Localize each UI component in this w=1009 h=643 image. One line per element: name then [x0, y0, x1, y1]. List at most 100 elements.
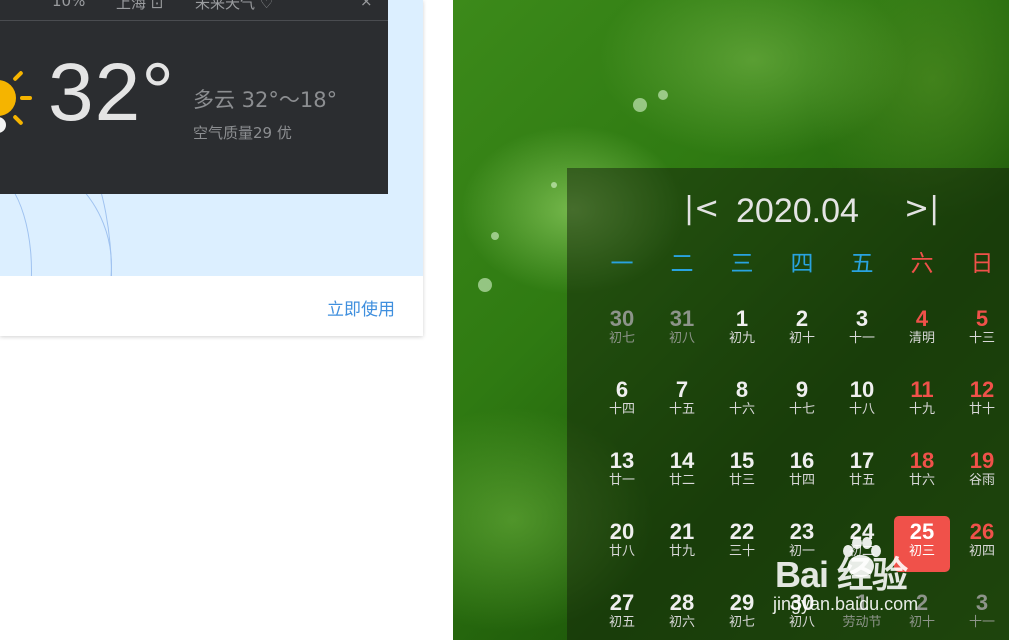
city-selector[interactable]: 上海 ⊡ — [116, 0, 163, 13]
sun-ray — [12, 70, 24, 82]
lunar-date: 初七 — [728, 615, 755, 630]
calendar-day[interactable]: 14 廿二 — [654, 445, 710, 501]
calendar-day[interactable]: 22 三十 — [714, 516, 770, 572]
lunar-date: 初九 — [728, 331, 755, 346]
calendar-day[interactable]: 26 初四 — [954, 516, 1009, 572]
day-number: 1 — [735, 306, 749, 331]
weather-condition: 多云 32°～18° — [193, 88, 338, 112]
calendar-month-title: 2020.04 — [736, 192, 859, 230]
water-drop — [633, 98, 647, 112]
prev-month-button[interactable]: |< — [684, 194, 719, 224]
watermark-url: jingyan.baidu.com — [773, 594, 919, 614]
lunar-date: 谷雨 — [968, 473, 995, 488]
calendar-day[interactable]: 3 十一 — [834, 303, 890, 359]
water-drop — [551, 182, 557, 188]
calendar-day[interactable]: 29 初七 — [714, 587, 770, 643]
day-number: 4 — [915, 306, 929, 331]
water-drop — [491, 232, 499, 240]
lunar-date: 十四 — [608, 402, 635, 417]
lunar-date: 初十 — [788, 331, 815, 346]
calendar-day[interactable]: 17 廿五 — [834, 445, 890, 501]
lunar-date: 廿三 — [728, 473, 755, 488]
day-number: 11 — [910, 377, 934, 402]
calendar-day[interactable]: 10 十八 — [834, 374, 890, 430]
calendar-day[interactable]: 11 十九 — [894, 374, 950, 430]
lunar-date: 劳动节 — [842, 615, 882, 630]
lunar-date: 十三 — [968, 331, 995, 346]
day-number: 22 — [729, 519, 755, 544]
day-number: 26 — [969, 519, 995, 544]
current-temperature: 32° — [48, 47, 176, 138]
lunar-date: 十八 — [848, 402, 875, 417]
day-number: 9 — [795, 377, 809, 402]
weather-top-bar: 10% 上海 ⊡ 未来天气 ♡ × — [0, 0, 388, 21]
calendar-day[interactable]: 21 廿九 — [654, 516, 710, 572]
calendar-day[interactable]: 13 廿一 — [594, 445, 650, 501]
baidu-paw-icon — [843, 537, 881, 577]
weekday-label: 三 — [730, 251, 754, 277]
humidity-text: 10% — [52, 0, 86, 10]
sun-ray — [12, 114, 24, 126]
day-number: 25 — [909, 519, 935, 544]
calendar-day[interactable]: 15 廿三 — [714, 445, 770, 501]
day-number: 5 — [975, 306, 989, 331]
lunar-date: 清明 — [908, 331, 935, 346]
weekday-label: 一 — [610, 251, 634, 277]
lunar-date: 廿八 — [608, 544, 635, 559]
day-number: 27 — [609, 590, 635, 615]
calendar-day[interactable]: 7 十五 — [654, 374, 710, 430]
calendar-day[interactable]: 28 初六 — [654, 587, 710, 643]
weekday-label: 日 — [970, 251, 994, 277]
lunar-date: 初七 — [608, 331, 635, 346]
weekday-label: 五 — [850, 251, 874, 277]
lunar-date: 十一 — [968, 615, 995, 630]
calendar-day[interactable]: 27 初五 — [594, 587, 650, 643]
day-number: 23 — [789, 519, 815, 544]
day-number: 3 — [855, 306, 869, 331]
calendar-day[interactable]: 19 谷雨 — [954, 445, 1009, 501]
lunar-date: 十一 — [848, 331, 875, 346]
calendar-day[interactable]: 31 初八 — [654, 303, 710, 359]
next-month-button[interactable]: >| — [904, 194, 939, 224]
day-number: 6 — [615, 377, 629, 402]
weekday-label: 四 — [790, 251, 814, 277]
calendar-day[interactable]: 1 初九 — [714, 303, 770, 359]
day-number: 7 — [675, 377, 689, 402]
calendar-day[interactable]: 20 廿八 — [594, 516, 650, 572]
calendar-day[interactable]: 18 廿六 — [894, 445, 950, 501]
day-number: 16 — [789, 448, 815, 473]
calendar-day[interactable]: 4 清明 — [894, 303, 950, 359]
lunar-date: 初六 — [668, 615, 695, 630]
lunar-date: 廿六 — [908, 473, 935, 488]
lunar-date: 廿四 — [788, 473, 815, 488]
lunar-date: 初八 — [788, 615, 815, 630]
lunar-date: 廿五 — [848, 473, 875, 488]
calendar-day[interactable]: 8 十六 — [714, 374, 770, 430]
lunar-date: 廿一 — [608, 473, 635, 488]
lunar-date: 十五 — [668, 402, 695, 417]
close-button[interactable]: × — [360, 0, 373, 10]
use-now-link[interactable]: 立即使用 — [327, 295, 395, 320]
day-number: 28 — [669, 590, 695, 615]
day-number: 14 — [669, 448, 695, 473]
water-drop — [478, 278, 492, 292]
calendar-day[interactable]: 6 十四 — [594, 374, 650, 430]
sun-icon — [0, 80, 16, 116]
calendar-day[interactable]: 16 廿四 — [774, 445, 830, 501]
calendar-day[interactable]: 2 初十 — [774, 303, 830, 359]
calendar-day[interactable]: 9 十七 — [774, 374, 830, 430]
day-number: 15 — [729, 448, 755, 473]
day-number: 17 — [849, 448, 875, 473]
app-name-text: 未来天气 ♡ — [195, 0, 274, 12]
day-number: 19 — [969, 448, 995, 473]
calendar-day[interactable]: 12 廿十 — [954, 374, 1009, 430]
day-number: 21 — [669, 519, 695, 544]
day-number: 10 — [849, 377, 875, 402]
calendar-day[interactable]: 5 十三 — [954, 303, 1009, 359]
calendar-day[interactable]: 3 十一 — [954, 587, 1009, 643]
calendar-day[interactable]: 30 初七 — [594, 303, 650, 359]
day-number: 20 — [609, 519, 635, 544]
lunar-date: 廿九 — [668, 544, 695, 559]
lunar-date: 十九 — [908, 402, 935, 417]
lunar-date: 三十 — [728, 544, 755, 559]
